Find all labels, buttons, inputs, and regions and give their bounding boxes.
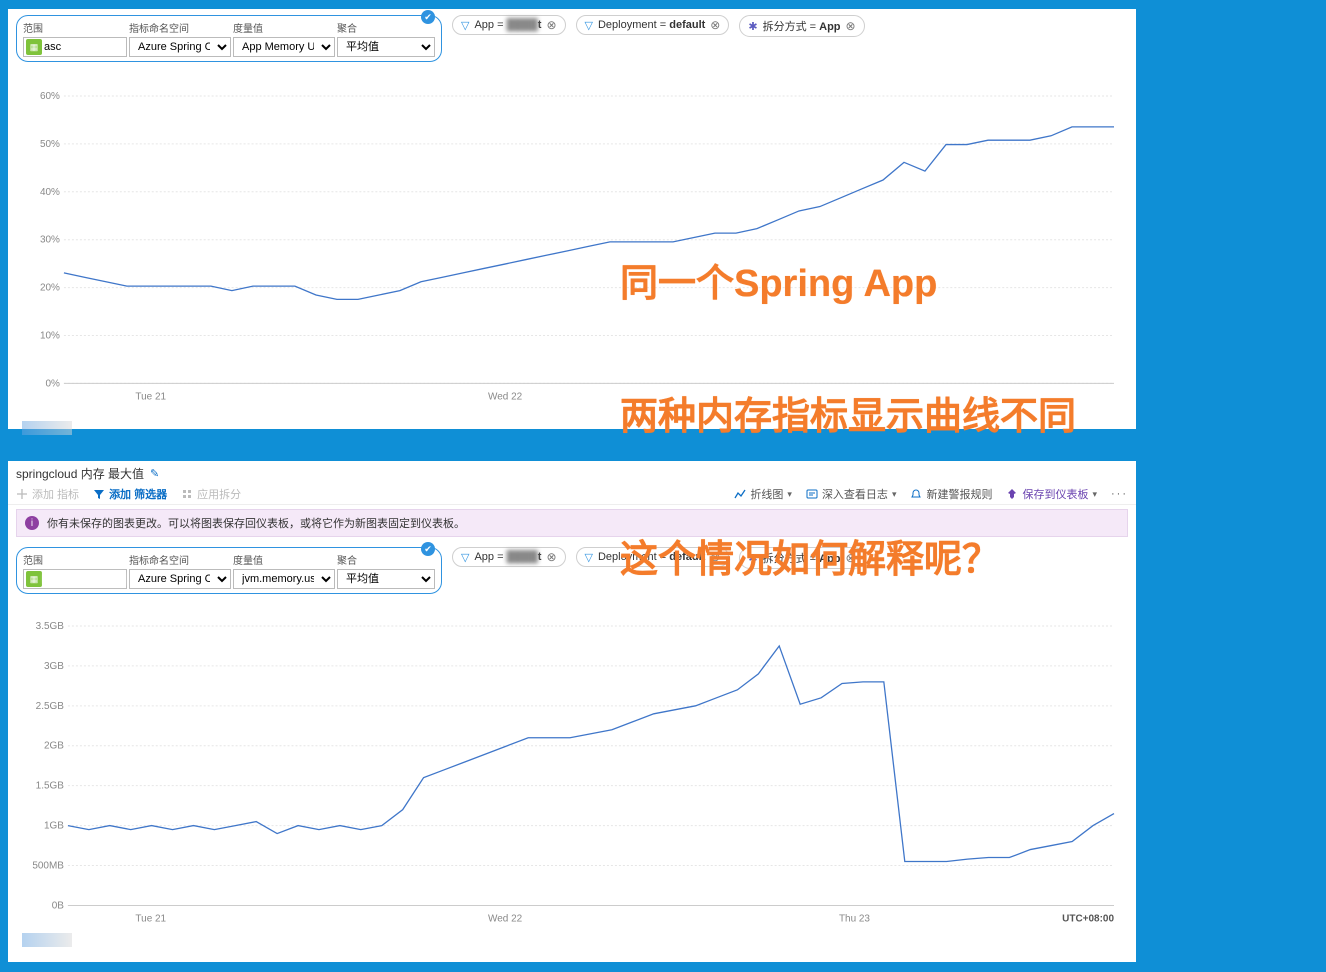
namespace-field: 指标命名空间 Azure Spring Cloud 标... <box>129 20 231 57</box>
svg-text:Tue 21: Tue 21 <box>135 391 166 402</box>
split-icon: ✱ <box>748 20 757 33</box>
query-group: ✔ 范围 ▦ 指标命名空间 Azure Spring Cloud 标... 度量… <box>16 15 442 62</box>
svg-text:60%: 60% <box>40 91 60 102</box>
namespace-select[interactable]: Azure Spring Cloud 标... <box>129 569 231 589</box>
svg-text:50%: 50% <box>40 139 60 150</box>
svg-text:2.5GB: 2.5GB <box>36 701 65 712</box>
scope-field: 范围 ▦ <box>23 20 127 57</box>
panel-title: springcloud 内存 最大值 <box>16 465 144 482</box>
svg-text:Wed 22: Wed 22 <box>488 391 523 402</box>
svg-text:Wed 22: Wed 22 <box>488 913 523 924</box>
add-metric-button[interactable]: 添加 指标 <box>16 486 79 502</box>
remove-icon[interactable]: ⊗ <box>846 19 856 33</box>
legend-swatch <box>22 421 72 435</box>
remove-icon[interactable]: ⊗ <box>546 18 556 32</box>
split-icon <box>181 488 193 500</box>
line-chart-button[interactable]: 折线图▾ <box>734 486 792 502</box>
filter-pill-app[interactable]: ▽ App = ████t ⊗ <box>452 547 566 567</box>
metric-field: 度量值 jvm.memory.used <box>233 552 335 589</box>
svg-text:40%: 40% <box>40 187 60 198</box>
annotation-3: 这个情况如何解释呢？ <box>620 528 1000 583</box>
edit-icon[interactable]: ✎ <box>150 467 159 480</box>
more-button[interactable]: ··· <box>1111 488 1128 500</box>
remove-icon[interactable]: ⊗ <box>546 550 556 564</box>
chart-top: 60% 50% 40% 30% 20% 10% 0% Tue 21 Wed 22 <box>8 66 1136 437</box>
remove-icon[interactable]: ⊗ <box>710 18 720 32</box>
query-group: ✔ 范围 ▦ 指标命名空间 Azure Spring Cloud 标... 度量… <box>16 547 442 594</box>
x-axis-labels: Tue 21 Wed 22 Thu 23 <box>135 913 870 924</box>
svg-text:3.5GB: 3.5GB <box>36 621 65 632</box>
resource-icon: ▦ <box>26 39 42 55</box>
chart-svg-bottom: 3.5GB 3GB 2.5GB 2GB 1.5GB 1GB 500MB 0B Tue 21 We… <box>16 606 1124 945</box>
filter-icon: ▽ <box>461 19 469 32</box>
svg-text:0%: 0% <box>46 378 61 389</box>
svg-text:1.5GB: 1.5GB <box>36 781 65 792</box>
svg-text:Thu 23: Thu 23 <box>839 913 870 924</box>
filter-pill-deployment[interactable]: ▽ Deployment = default ⊗ <box>576 15 730 35</box>
svg-text:Tue 21: Tue 21 <box>135 913 166 924</box>
scope-input[interactable] <box>44 41 124 53</box>
namespace-field: 指标命名空间 Azure Spring Cloud 标... <box>129 552 231 589</box>
y-axis-labels: 60% 50% 40% 30% 20% 10% 0% <box>40 91 60 389</box>
scope-input-wrap[interactable]: ▦ <box>23 37 127 57</box>
info-icon: i <box>25 516 39 530</box>
check-badge-icon: ✔ <box>421 542 435 556</box>
metric-select[interactable]: App Memory Usage <box>233 37 335 57</box>
y-axis-labels: 3.5GB 3GB 2.5GB 2GB 1.5GB 1GB 500MB 0B <box>32 621 64 911</box>
metrics-panel-top: ✔ 范围 ▦ 指标命名空间 Azure Spring Cloud 标... 度量… <box>8 9 1136 429</box>
apply-split-button[interactable]: 应用拆分 <box>181 486 241 502</box>
svg-text:2GB: 2GB <box>44 741 64 752</box>
svg-text:500MB: 500MB <box>32 861 64 872</box>
new-alert-button[interactable]: 新建警报规则 <box>910 486 992 502</box>
resource-icon: ▦ <box>26 571 42 587</box>
namespace-select[interactable]: Azure Spring Cloud 标... <box>129 37 231 57</box>
timezone-label: UTC+08:00 <box>1062 913 1114 924</box>
metric-field: 度量值 App Memory Usage <box>233 20 335 57</box>
pin-dashboard-button[interactable]: 保存到仪表板▾ <box>1006 486 1097 502</box>
pin-icon <box>1006 488 1018 500</box>
plus-icon <box>16 488 28 500</box>
filter-icon: ▽ <box>461 551 469 564</box>
svg-text:0B: 0B <box>52 900 65 911</box>
chart-svg-top: 60% 50% 40% 30% 20% 10% 0% Tue 21 Wed 22 <box>16 74 1124 433</box>
alert-icon <box>910 488 922 500</box>
filter-icon <box>93 488 105 500</box>
logs-icon <box>806 488 818 500</box>
svg-text:30%: 30% <box>40 235 60 246</box>
svg-text:20%: 20% <box>40 283 60 294</box>
check-badge-icon: ✔ <box>421 10 435 24</box>
x-axis-labels: Tue 21 Wed 22 <box>135 391 522 402</box>
aggregation-select[interactable]: 平均值 <box>337 569 435 589</box>
drill-logs-button[interactable]: 深入查看日志▾ <box>806 486 897 502</box>
query-row: ✔ 范围 ▦ 指标命名空间 Azure Spring Cloud 标... 度量… <box>8 9 1136 66</box>
aggregation-field: 聚合 平均值 <box>337 552 435 589</box>
gridlines <box>64 96 1114 383</box>
chart-bottom: 3.5GB 3GB 2.5GB 2GB 1.5GB 1GB 500MB 0B Tue 21 We… <box>8 598 1136 949</box>
data-line <box>64 127 1114 299</box>
add-filter-button[interactable]: 添加 筛选器 <box>93 486 167 502</box>
info-text: 你有未保存的图表更改。可以将图表保存回仪表板，或将它作为新图表固定到仪表板。 <box>47 515 465 531</box>
svg-text:1GB: 1GB <box>44 821 64 832</box>
scope-input-wrap[interactable]: ▦ <box>23 569 127 589</box>
panel-title-row: springcloud 内存 最大值 ✎ <box>8 461 1136 484</box>
annotation-2: 两种内存指标显示曲线不同 <box>620 385 1076 440</box>
filter-icon: ▽ <box>585 19 593 32</box>
filter-pill-app[interactable]: ▽ App = ████t ⊗ <box>452 15 566 35</box>
filter-icon: ▽ <box>585 551 593 564</box>
scope-field: 范围 ▦ <box>23 552 127 589</box>
split-pill[interactable]: ✱ 拆分方式 = App ⊗ <box>739 15 864 37</box>
metric-select[interactable]: jvm.memory.used <box>233 569 335 589</box>
svg-text:3GB: 3GB <box>44 661 64 672</box>
svg-text:10%: 10% <box>40 331 60 342</box>
toolbar: 添加 指标 添加 筛选器 应用拆分 折线图▾ 深入查看日志▾ 新建警报 <box>8 484 1136 505</box>
legend-swatch <box>22 933 72 947</box>
annotation-1: 同一个Spring App <box>620 252 937 307</box>
aggregation-select[interactable]: 平均值 <box>337 37 435 57</box>
data-line <box>68 646 1114 862</box>
scope-input[interactable] <box>44 573 124 585</box>
line-chart-icon <box>734 488 746 500</box>
aggregation-field: 聚合 平均值 <box>337 20 435 57</box>
gridlines <box>68 626 1114 905</box>
